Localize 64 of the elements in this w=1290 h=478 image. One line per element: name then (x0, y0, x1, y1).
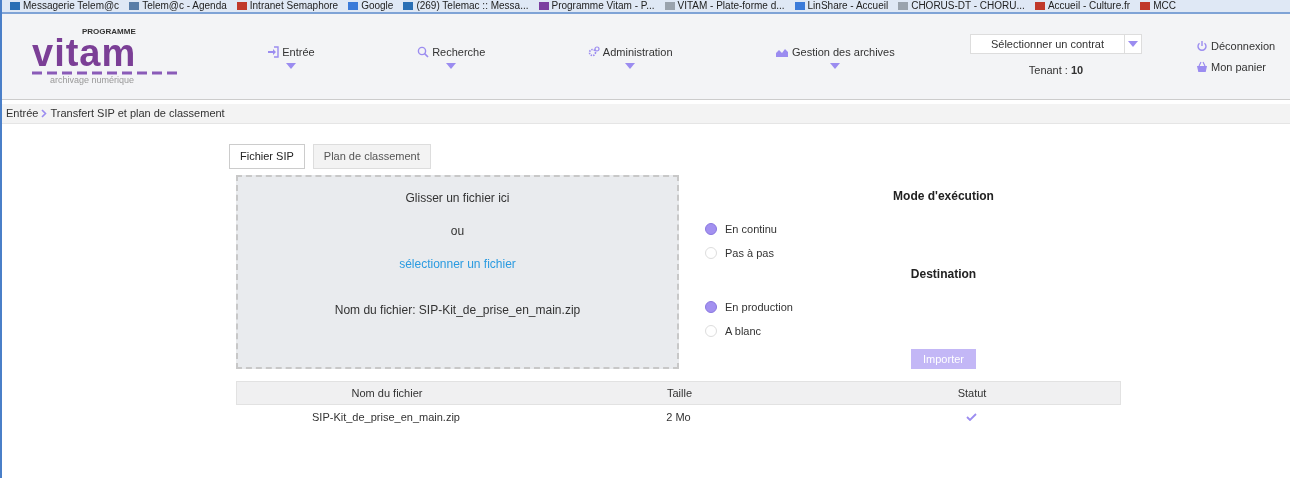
bookmark[interactable]: Accueil - Culture.fr (1034, 0, 1131, 12)
power-icon (1196, 40, 1208, 53)
caret-icon (285, 63, 296, 70)
header-link-label: Déconnexion (1211, 39, 1276, 54)
radio-option[interactable]: En continu (705, 217, 1122, 241)
table-cell-text: SIP-Kit_de_prise_en_main.zip (311, 409, 461, 425)
nav-label: Recherche (432, 44, 486, 60)
nav-menu-item[interactable]: Recherche (417, 43, 486, 70)
bookmark[interactable]: LinShare - Accueil (794, 0, 889, 12)
contract-placeholder: Sélectionner un contrat (989, 37, 1106, 52)
section-title: Destination (910, 266, 977, 283)
header-link-label: Mon panier (1211, 59, 1267, 75)
bookmark[interactable]: Messagerie Telem@c (10, 0, 120, 12)
table-cell-text: 2 Mo (665, 409, 692, 425)
drop-zone-or: ou (450, 223, 465, 240)
contract-select[interactable]: Sélectionner un contrat (970, 34, 1142, 55)
bookmark[interactable]: Telem@c - Agenda (129, 0, 227, 12)
caret-icon (625, 63, 636, 70)
radio-label: En production (725, 299, 793, 315)
logo-program-text: PROGRAMME (82, 27, 137, 36)
column-header: Nom du fichier (350, 385, 424, 401)
nav-label: Gestion des archives (792, 44, 895, 60)
nav-label: Administration (602, 44, 673, 60)
caret-icon (446, 63, 457, 70)
radio-option[interactable]: En production (705, 295, 1122, 319)
bookmark[interactable]: Google (348, 0, 394, 12)
bookmark[interactable]: Programme Vitam - P... (538, 0, 655, 12)
radio-label: A blanc (725, 323, 762, 339)
header-link[interactable]: Mon panier (1196, 58, 1276, 75)
nav-label: Entrée (282, 44, 315, 60)
bookmark[interactable]: (269) Telemac :: Messa... (403, 0, 529, 12)
radio-option[interactable]: A blanc (705, 319, 1122, 343)
gears-icon (587, 46, 600, 58)
radio-option[interactable]: Pas à pas (705, 241, 1122, 265)
search-icon (417, 46, 430, 58)
caret-icon (829, 63, 840, 70)
area-chart-icon (775, 46, 789, 58)
breadcrumb-item: Transfert SIP et plan de classement (50, 106, 225, 122)
section-title: Mode d'exécution (893, 188, 994, 205)
tab[interactable]: Fichier SIP (229, 144, 305, 169)
tenant-text: Tenant : 10 (1028, 63, 1084, 79)
tab[interactable]: Plan de classement (312, 144, 431, 169)
header-link[interactable]: Déconnexion (1196, 38, 1276, 55)
breadcrumb-item[interactable]: Entrée (6, 105, 39, 122)
basket-icon (1196, 60, 1208, 73)
radio-label: Pas à pas (725, 245, 774, 261)
nav-menu-item[interactable]: Administration (587, 43, 673, 70)
bookmark[interactable]: Intranet Semaphore (236, 0, 339, 12)
logo-wordmark: vitam (32, 36, 138, 70)
drop-zone-title: Glisser un fichier ici (405, 190, 510, 207)
bookmark[interactable]: VITAM - Plate-forme d... (664, 0, 785, 12)
chevron-icon (41, 109, 48, 118)
file-name-text: Nom du fichier: SIP-Kit_de_prise_en_main.zip (334, 302, 581, 319)
column-header: Statut (956, 385, 988, 401)
radio-label: En continu (725, 221, 777, 237)
column-header: Taille (665, 385, 694, 401)
nav-menu-item[interactable]: Entrée (267, 43, 315, 70)
logo-tagline: archivage numérique (50, 75, 136, 86)
login-icon (267, 46, 280, 58)
bookmark[interactable]: CHORUS-DT - CHORU... (898, 0, 1025, 12)
nav-menu-item[interactable]: Gestion des archives (775, 43, 895, 70)
caret-icon (1128, 41, 1138, 48)
file-drop-zone[interactable]: Glisser un fichier ici ou sélectionner un fichier Nom du fichier: SIP-Kit_de_prise_en_main.zip (236, 175, 679, 369)
bookmark[interactable]: MCC (1140, 0, 1176, 12)
